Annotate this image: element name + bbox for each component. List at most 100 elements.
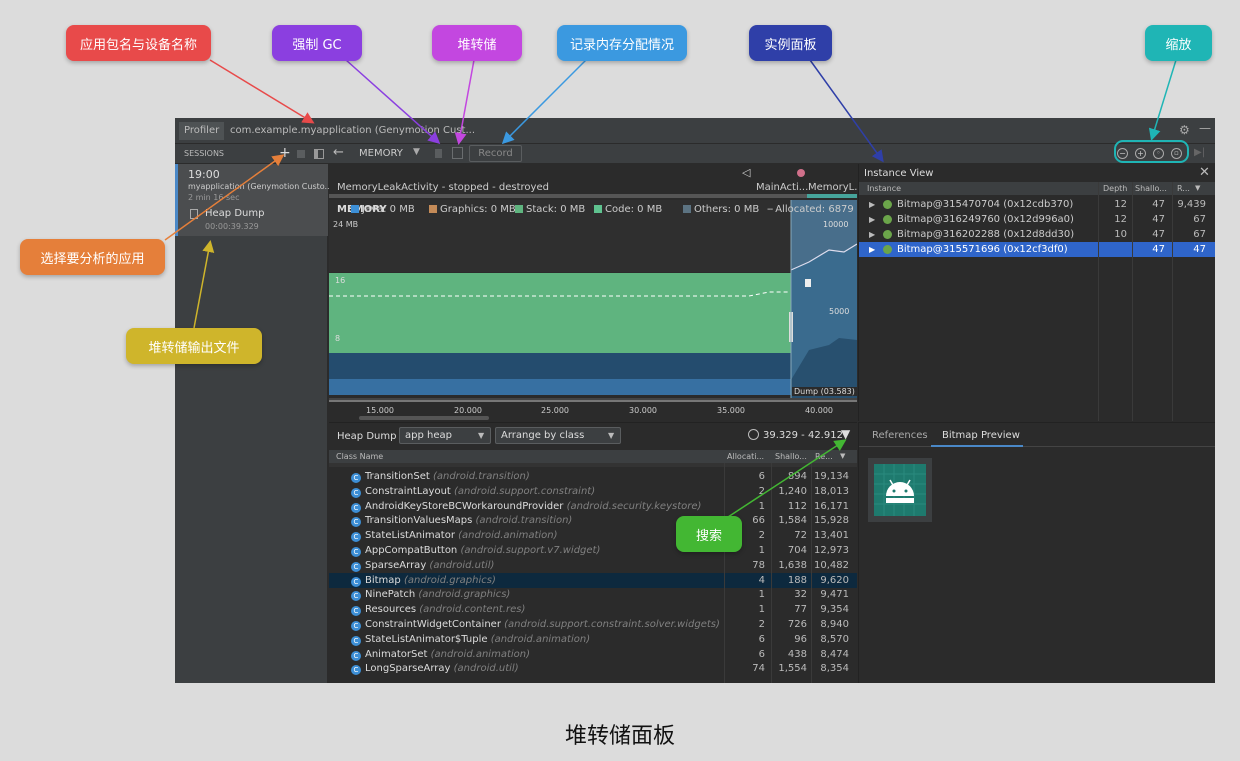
expand-arrow-icon[interactable]: ▶ bbox=[869, 227, 875, 242]
settings-icon[interactable]: ⚙ bbox=[1179, 123, 1190, 137]
col-allocations[interactable]: Allocati... bbox=[727, 450, 764, 463]
col-depth[interactable]: Depth bbox=[1103, 182, 1127, 195]
class-retained: 8,570 bbox=[820, 633, 849, 645]
col-class-name[interactable]: Class Name bbox=[336, 450, 383, 463]
arrange-select[interactable]: Arrange by class ▼ bbox=[495, 427, 621, 444]
heap-select[interactable]: app heap ▼ bbox=[399, 427, 491, 444]
class-row[interactable]: C Bitmap (android.graphics) 4 188 9,620 bbox=[329, 572, 857, 588]
session-item[interactable]: 19:00 myapplication (Genymotion Custo...… bbox=[175, 164, 332, 236]
class-label: C SparseArray (android.util) bbox=[351, 558, 494, 573]
instance-shallow: 47 bbox=[1152, 214, 1165, 225]
collapse-sessions-icon[interactable] bbox=[314, 149, 324, 159]
instance-name: Bitmap@315571696 (0x12cf3df0) bbox=[897, 244, 1068, 255]
back-arrow-icon[interactable]: ← bbox=[333, 145, 344, 160]
legend-graphics: Graphics: 0 MB bbox=[440, 204, 516, 215]
close-icon[interactable]: ✕ bbox=[1199, 165, 1210, 180]
session-duration: 2 min 16 sec bbox=[188, 193, 240, 202]
instance-row[interactable]: ▶ Bitmap@316249760 (0x12d996a0) 12 47 67 bbox=[859, 212, 1215, 227]
tab-references[interactable]: References bbox=[872, 430, 928, 441]
java-area-dark bbox=[329, 353, 791, 379]
record-allocations-button[interactable]: Record bbox=[469, 145, 522, 162]
class-allocations: 2 bbox=[758, 485, 765, 497]
class-allocations: 78 bbox=[752, 559, 765, 571]
capture-range: 39.329 - 42.912 bbox=[763, 430, 843, 441]
chevron-down-icon: ▼ bbox=[478, 431, 485, 440]
zoom-in-icon[interactable]: + bbox=[1135, 148, 1146, 159]
class-label: C TransitionSet (android.transition) bbox=[351, 469, 530, 484]
class-row[interactable]: C Resources (android.content.res) 1 77 9,354 bbox=[329, 602, 857, 617]
class-row[interactable]: C LongSparseArray (android.util) 74 1,554 8,… bbox=[329, 661, 857, 676]
tab-app-device[interactable]: com.example.myapplication (Genymotion Cu… bbox=[225, 122, 480, 140]
class-name: AndroidKeyStoreBCWorkaroundProvider bbox=[365, 500, 564, 512]
class-retained: 18,013 bbox=[814, 485, 849, 497]
col-shallow[interactable]: Shallo... bbox=[1135, 182, 1167, 195]
legend-code: Code: 0 MB bbox=[605, 204, 663, 215]
activity-label: MemoryLeakActivity - stopped - destroyed bbox=[337, 182, 549, 193]
class-row[interactable]: C TransitionValuesMaps (android.transitio… bbox=[329, 513, 857, 528]
class-row[interactable]: C AppCompatButton (android.support.v7.wid… bbox=[329, 543, 857, 558]
class-row[interactable]: C ConstraintLayout (android.support.const… bbox=[329, 484, 857, 499]
bitmap-thumbnail[interactable] bbox=[868, 458, 932, 522]
expand-arrow-icon[interactable]: ▶ bbox=[869, 212, 875, 227]
class-row[interactable]: C TransitionSet (android.transition) 6 894 1… bbox=[329, 469, 857, 484]
col-retained-size[interactable]: Re... bbox=[815, 450, 833, 463]
activity-marker-icon: ◁ bbox=[742, 166, 751, 179]
class-row[interactable]: C StateListAnimator$Tuple (android.animat… bbox=[329, 632, 857, 647]
class-row[interactable]: C SparseArray (android.util) 78 1,638 10,482 bbox=[329, 558, 857, 573]
class-row[interactable]: C AnimatorSet (android.animation) 6 438 8,47… bbox=[329, 647, 857, 662]
col-instance[interactable]: Instance bbox=[867, 182, 901, 195]
add-session-button[interactable]: + bbox=[279, 145, 291, 161]
instance-shallow: 47 bbox=[1152, 229, 1165, 240]
class-allocations: 2 bbox=[758, 619, 765, 630]
class-icon: C bbox=[351, 665, 361, 676]
expand-arrow-icon[interactable]: ▶ bbox=[869, 197, 875, 212]
instance-row[interactable]: ▶ Bitmap@316202288 (0x12d8dd30) 10 47 67 bbox=[859, 227, 1215, 242]
class-icon: C bbox=[351, 635, 361, 646]
class-package: (android.animation) bbox=[458, 530, 558, 542]
class-package: (android.util) bbox=[429, 559, 495, 571]
heap-dump-entry[interactable]: Heap Dump bbox=[205, 208, 264, 219]
zoom-out-icon[interactable]: − bbox=[1117, 148, 1128, 159]
col-retained[interactable]: R... bbox=[1177, 182, 1190, 195]
class-label: C StateListAnimator$Tuple (android.animat… bbox=[351, 632, 590, 647]
class-row[interactable]: C AndroidKeyStoreBCWorkaroundProvider (an… bbox=[329, 499, 857, 514]
zoom-to-selection-icon[interactable]: ▫ bbox=[1171, 148, 1182, 159]
minimize-icon[interactable]: — bbox=[1199, 121, 1211, 135]
class-shallow: 112 bbox=[787, 500, 807, 512]
instance-row[interactable]: ▶ Bitmap@315470704 (0x12cdb370) 12 47 9,… bbox=[859, 197, 1215, 212]
legend-graphics-wrap: Graphics: 0 MB bbox=[429, 204, 516, 215]
class-name: Bitmap bbox=[365, 574, 401, 586]
timeline-scrollbar[interactable] bbox=[359, 416, 489, 420]
filter-icon[interactable]: ▼ bbox=[841, 427, 850, 441]
class-name: TransitionValuesMaps bbox=[365, 515, 473, 527]
tab-bitmap-preview[interactable]: Bitmap Preview bbox=[942, 430, 1020, 441]
legend-others-swatch bbox=[683, 205, 691, 213]
class-retained: 9,354 bbox=[820, 604, 849, 616]
class-table-header: Class Name Allocati... Shallo... Re... ▼ bbox=[329, 450, 857, 463]
expand-arrow-icon[interactable]: ▶ bbox=[869, 242, 875, 257]
class-shallow: 96 bbox=[794, 633, 807, 645]
reset-zoom-icon[interactable]: ◦ bbox=[1153, 148, 1164, 159]
class-row[interactable]: C NinePatch (android.graphics) 1 32 9,471 bbox=[329, 587, 857, 602]
class-retained: 19,134 bbox=[814, 471, 849, 482]
chevron-down-icon[interactable]: ▼ bbox=[413, 147, 420, 157]
instance-depth: 12 bbox=[1114, 214, 1127, 225]
legend-java-wrap: Java: 0 MB bbox=[351, 204, 415, 215]
tab-profiler[interactable]: Profiler bbox=[179, 122, 225, 140]
class-row[interactable]: C StateListAnimator (android.animation) 2 7… bbox=[329, 528, 857, 543]
y-axis-top: 24 MB bbox=[333, 220, 359, 229]
instance-row-selected[interactable]: ▶ Bitmap@315571696 (0x12cf3df0) 47 47 bbox=[859, 242, 1215, 257]
class-name: AppCompatButton bbox=[365, 545, 458, 556]
col-shallow-size[interactable]: Shallo... bbox=[775, 450, 807, 463]
instance-table-header: Instance Depth Shallo... R... ▼ bbox=[859, 182, 1215, 195]
stop-session-icon[interactable] bbox=[297, 150, 305, 158]
class-row[interactable]: C ConstraintWidgetContainer (android.supp… bbox=[329, 617, 857, 632]
force-gc-trash-icon[interactable] bbox=[435, 149, 442, 158]
go-live-icon[interactable]: ▶| bbox=[1194, 147, 1205, 158]
instance-name: Bitmap@316249760 (0x12d996a0) bbox=[897, 214, 1074, 225]
memory-profiler-select[interactable]: MEMORY bbox=[359, 148, 403, 159]
class-icon: C bbox=[351, 576, 361, 587]
heap-dump-icon[interactable] bbox=[452, 147, 463, 159]
instance-retained: 67 bbox=[1193, 229, 1206, 240]
memory-chart[interactable] bbox=[329, 200, 857, 400]
